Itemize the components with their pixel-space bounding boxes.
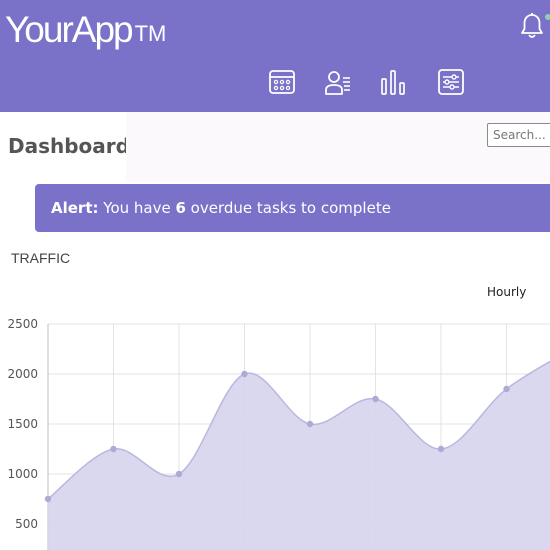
alert-count: 6: [175, 199, 186, 217]
data-point[interactable]: [44, 495, 52, 503]
y-tick-label: 2500: [7, 317, 38, 331]
traffic-chart: 2500 2000 1500 1000 500: [7, 317, 550, 550]
data-point[interactable]: [306, 420, 314, 428]
y-tick-label: 1000: [7, 467, 38, 481]
header-panel: [126, 112, 550, 182]
top-bar: YourApp TM: [0, 0, 550, 112]
y-tick-label: 2000: [7, 367, 38, 381]
data-point[interactable]: [241, 370, 248, 378]
period-selector[interactable]: Hourly: [487, 285, 526, 299]
app-logo[interactable]: YourApp TM: [5, 6, 166, 54]
traffic-title: TRAFFIC: [11, 250, 71, 266]
sliders-icon[interactable]: [437, 68, 465, 96]
data-point[interactable]: [503, 385, 510, 393]
alert-label: Alert:: [51, 199, 99, 217]
user-list-icon[interactable]: [324, 68, 352, 96]
notification-dot: [545, 14, 550, 20]
brand-name: YourApp: [5, 9, 134, 50]
y-tick-label: 500: [15, 517, 38, 531]
alert-text-before: You have: [98, 199, 176, 217]
y-tick-label: 1500: [7, 417, 38, 431]
data-point[interactable]: [372, 395, 379, 403]
bar-chart-icon[interactable]: [379, 68, 407, 96]
data-point[interactable]: [110, 445, 117, 453]
search-input[interactable]: [487, 123, 550, 147]
data-point[interactable]: [175, 470, 183, 478]
trademark-mark: TM: [134, 21, 167, 46]
bell-icon[interactable]: [519, 12, 545, 40]
alert-text-after: overdue tasks to complete: [185, 199, 391, 217]
data-point[interactable]: [437, 445, 445, 453]
calendar-icon[interactable]: [268, 68, 296, 96]
page-title: Dashboard: [8, 134, 130, 158]
alert-banner: Alert: You have 6 overdue tasks to compl…: [35, 184, 550, 232]
